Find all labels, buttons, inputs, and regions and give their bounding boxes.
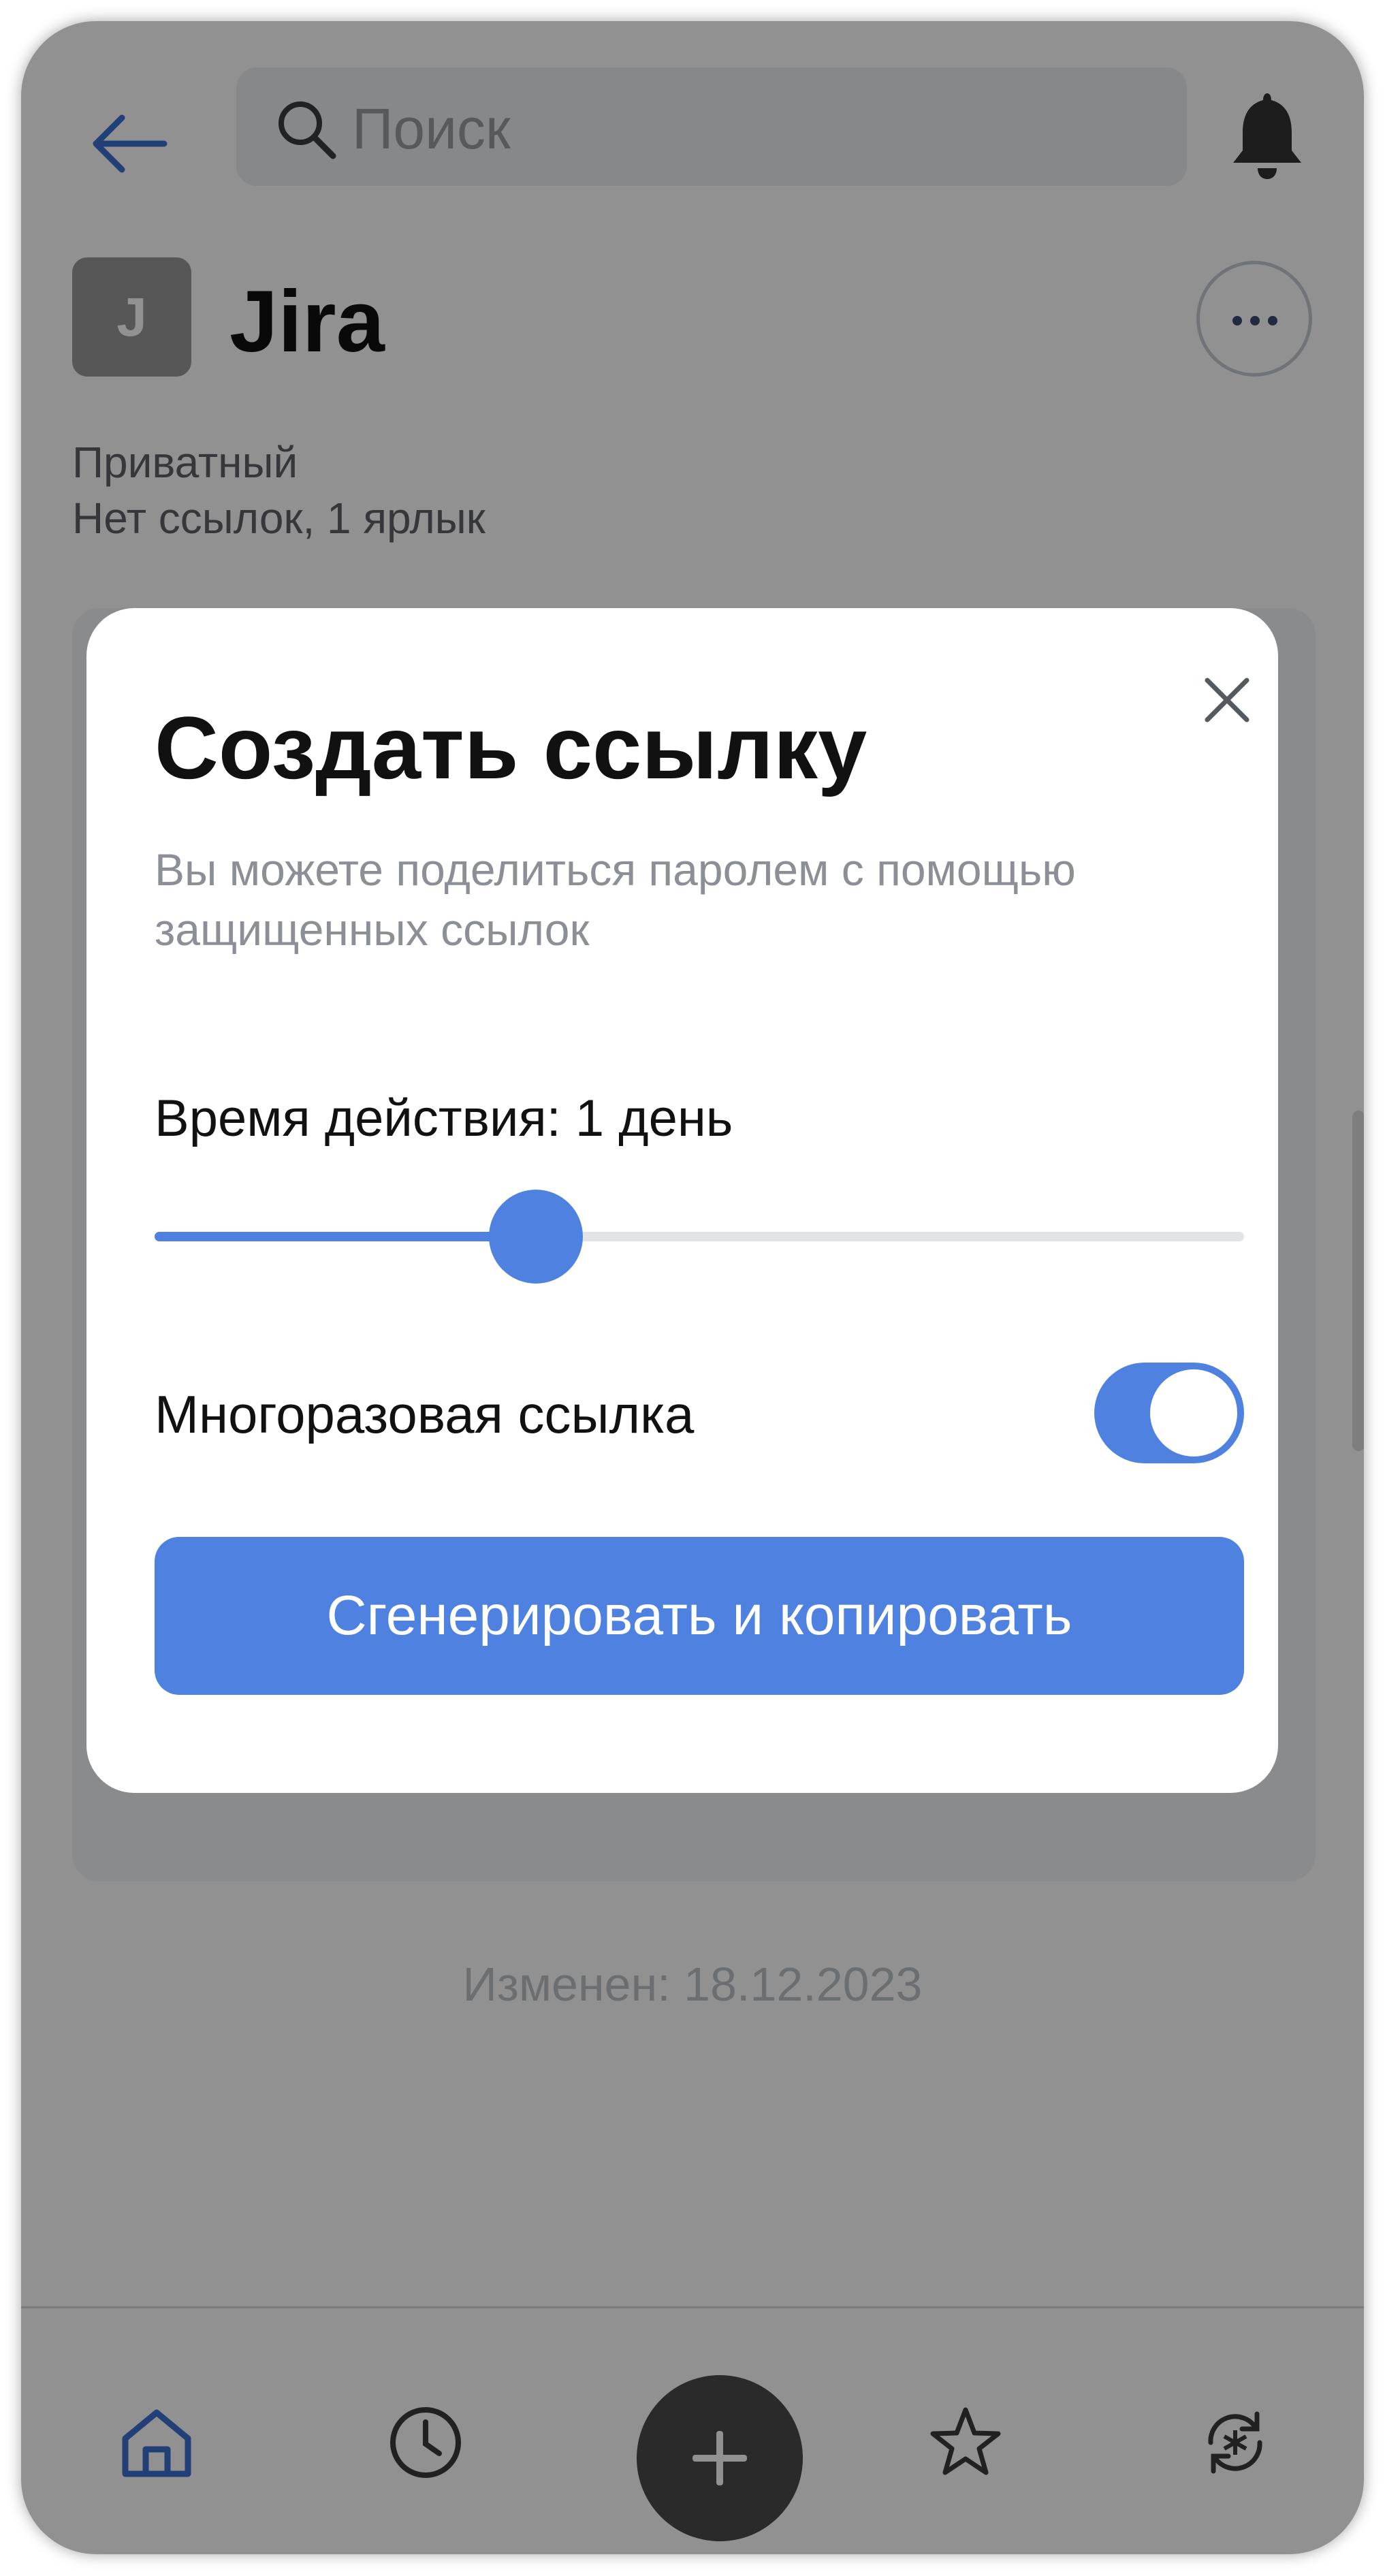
create-link-dialog: Создать ссылку Вы можете поделиться паро… [86,608,1278,1793]
phone-screen: Поиск J Jira Приватный Нет ссылок, 1 ярл… [21,21,1364,2554]
reusable-link-toggle[interactable] [1094,1363,1244,1463]
close-button[interactable] [1190,663,1264,737]
dialog-title: Создать ссылку [155,698,867,797]
duration-label: Время действия: 1 день [155,1090,733,1147]
reusable-link-label: Многоразовая ссылка [155,1384,695,1444]
generate-copy-button[interactable]: Сгенерировать и копировать [155,1537,1244,1695]
duration-slider[interactable] [155,1188,1244,1284]
close-icon [1205,678,1249,722]
slider-fill [155,1232,536,1241]
slider-thumb[interactable] [489,1190,583,1284]
toggle-knob [1150,1369,1237,1457]
dialog-description: Вы можете поделиться паролем с помощью з… [155,844,1076,955]
